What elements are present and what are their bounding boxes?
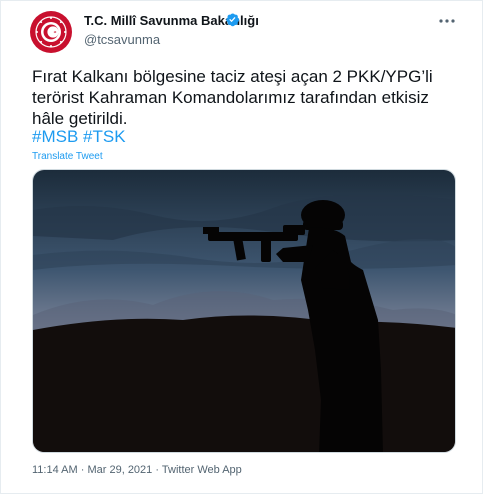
verified-badge-icon (226, 13, 240, 27)
tweet-date[interactable]: Mar 29, 2021 (87, 464, 152, 476)
handle[interactable]: @tcsavunma (84, 32, 160, 47)
more-options-icon (439, 19, 455, 23)
more-options-button[interactable] (435, 11, 459, 31)
turkish-defense-emblem-icon (31, 12, 71, 52)
hashtag-tsk[interactable]: #TSK (83, 127, 126, 146)
tweet-card: T.C. Millî Savunma Bakanlığı @tcsavunma … (0, 0, 483, 494)
hashtags: #MSB #TSK (32, 126, 126, 147)
soldier-silhouette-photo (33, 170, 455, 452)
tweet-source[interactable]: Twitter Web App (162, 464, 242, 476)
meta-separator: · (155, 464, 160, 476)
tweet-time[interactable]: 11:14 AM (32, 464, 78, 476)
tweet-text: Fırat Kalkanı bölgesine taciz ateşi açan… (32, 67, 433, 128)
meta-separator: · (80, 464, 85, 476)
tweet-image[interactable] (32, 169, 456, 453)
hashtag-msb[interactable]: #MSB (32, 127, 78, 146)
translate-tweet-link[interactable]: Translate Tweet (32, 151, 103, 162)
avatar[interactable] (30, 11, 72, 53)
tweet-meta: 11:14 AM · Mar 29, 2021 · Twitter Web Ap… (32, 464, 242, 476)
